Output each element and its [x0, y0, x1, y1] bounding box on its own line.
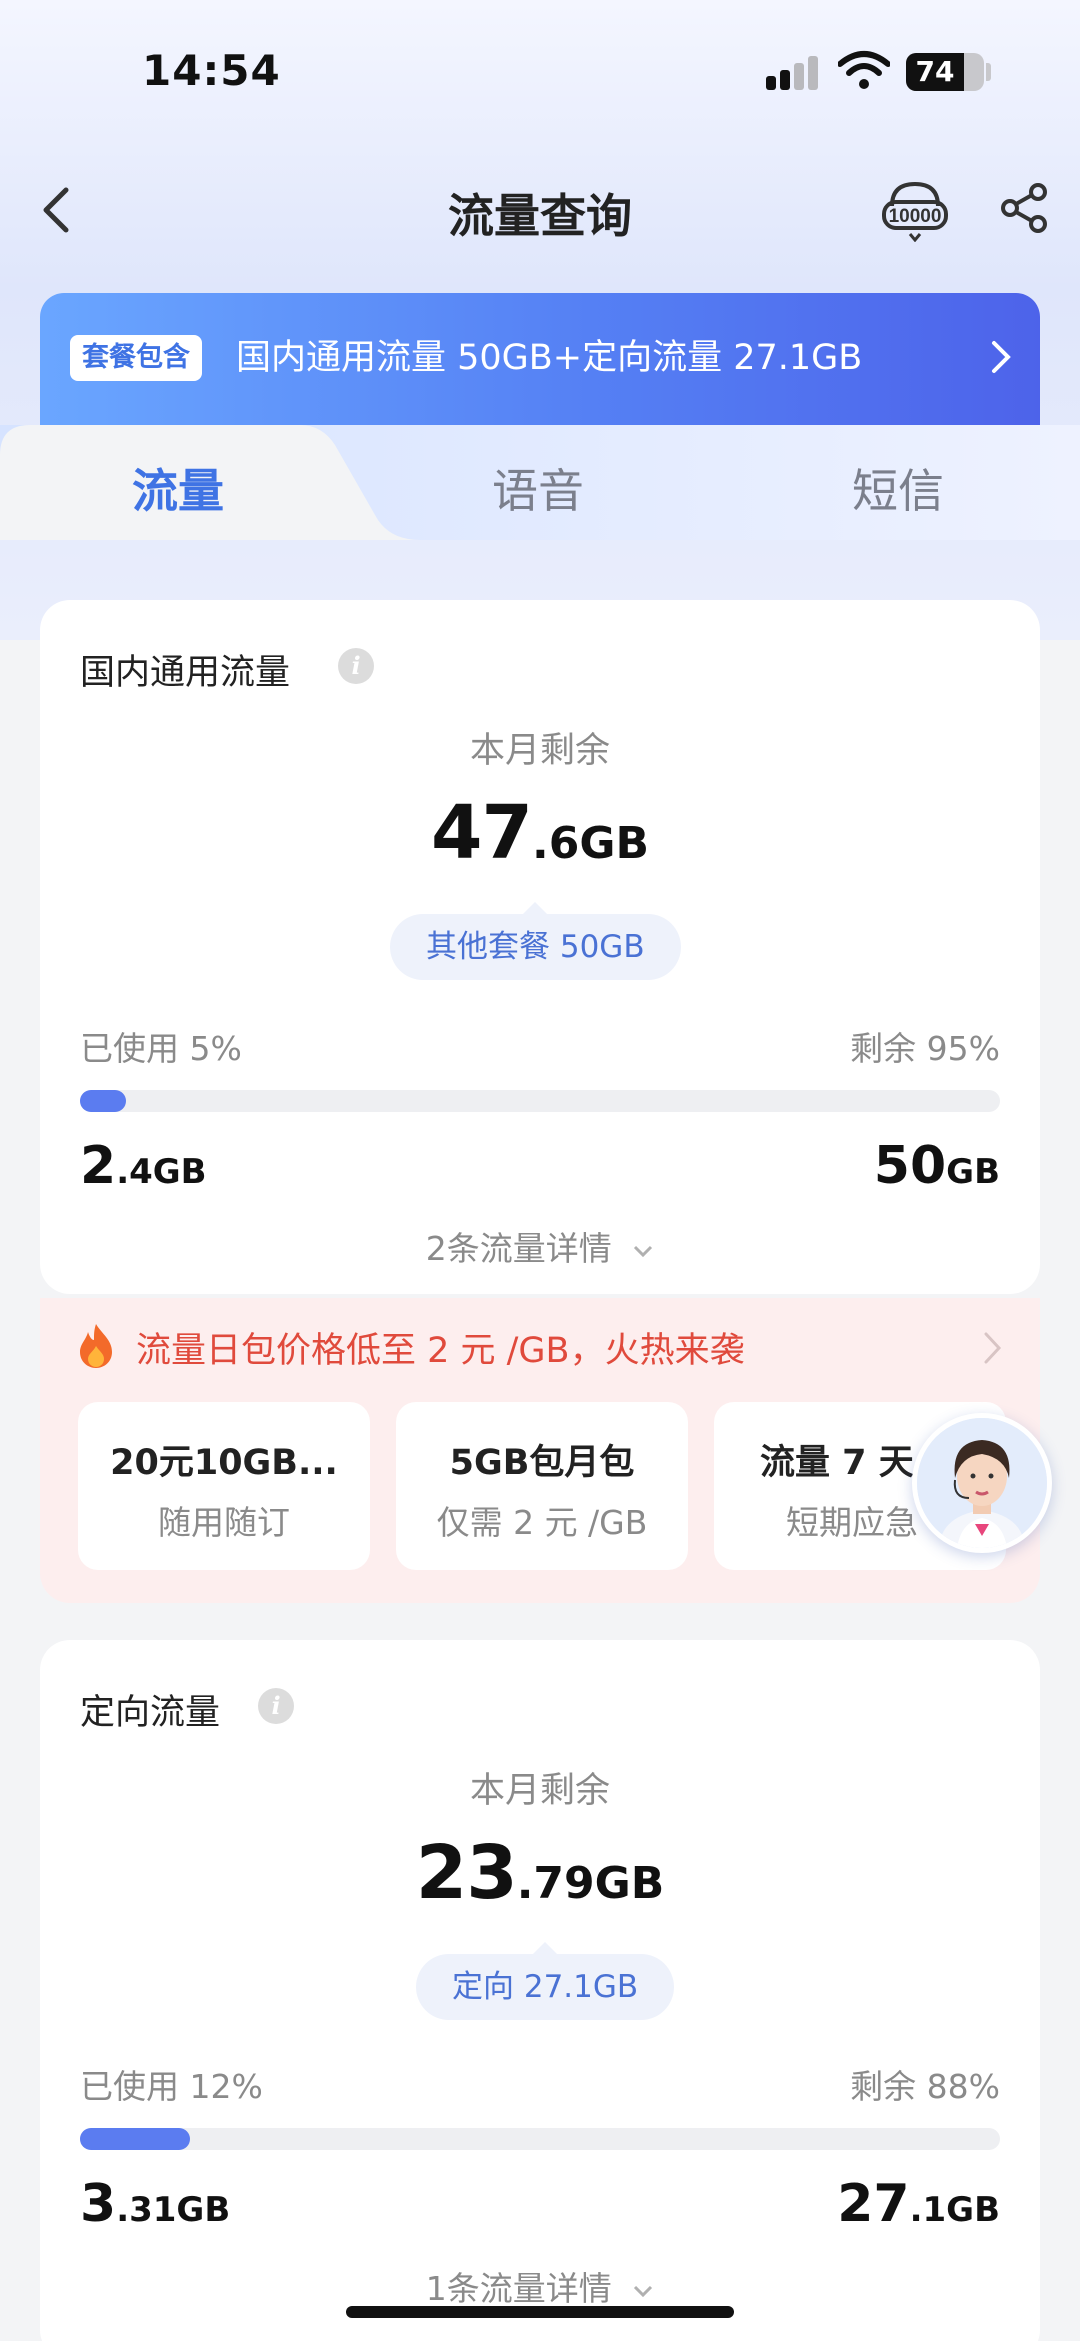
directed-data-card: 定向流量 i 本月剩余 23.79GB 定向 27.1GB 已使用 12% 剩余… [40, 1640, 1040, 2341]
info-icon[interactable]: i [338, 648, 374, 684]
used-amount-integer: 3 [80, 2174, 117, 2234]
promo-section: 流量日包价格低至 2 元 /GB，火热来袭 20元10GB... 随用随订 5G… [40, 1298, 1040, 1603]
total-amount-unit: GB [946, 1152, 1000, 1192]
detail-link-label: 2条流量详情 [425, 1229, 612, 1268]
used-amount-fraction: .31GB [116, 2190, 231, 2230]
cellular-signal-icon [766, 56, 822, 90]
total-amount-integer: 50 [873, 1136, 947, 1196]
promo-item-subtitle: 仅需 2 元 /GB [436, 1503, 648, 1542]
share-icon[interactable] [996, 180, 1052, 236]
used-amount-integer: 2 [80, 1136, 117, 1196]
package-source-pill: 其他套餐 50GB [390, 902, 681, 980]
promo-item[interactable]: 5GB包月包 仅需 2 元 /GB [396, 1402, 688, 1570]
usage-progress-track [80, 2128, 1000, 2150]
remain-label: 本月剩余 [469, 1771, 610, 1811]
chevron-down-icon [634, 2285, 653, 2297]
promo-item-title: 20元10GB... [110, 1443, 338, 1483]
promo-item[interactable]: 20元10GB... 随用随订 [78, 1402, 370, 1570]
fire-icon [80, 1324, 112, 1368]
remain-label: 本月剩余 [469, 731, 610, 771]
info-icon[interactable]: i [258, 1688, 294, 1724]
used-amount: 3.31GB [80, 2174, 230, 2234]
promo-item-title: 5GB包月包 [449, 1443, 635, 1483]
data-detail-link[interactable]: 2条流量详情 [40, 1222, 1040, 1270]
home-indicator[interactable] [346, 2306, 734, 2318]
wifi-icon [838, 51, 890, 89]
tab-bar: 流量 语音 短信 [0, 425, 1080, 545]
remain-value: 23.79GB [40, 1830, 1040, 1916]
data-detail-link[interactable]: 1条流量详情 [40, 2262, 1040, 2310]
remaining-percent-label: 剩余 88% [850, 2067, 1000, 2106]
total-amount-fraction: .1GB [909, 2190, 1000, 2230]
usage-progress-track [80, 1090, 1000, 1112]
status-bar: 14:54 74 [0, 0, 1080, 140]
battery-tip [986, 63, 991, 81]
package-source-pill: 定向 27.1GB [416, 1942, 675, 2020]
used-amount: 2.4GB [80, 1136, 207, 1196]
total-amount: 50GB [874, 1136, 1000, 1196]
promo-headline[interactable]: 流量日包价格低至 2 元 /GB，火热来袭 [136, 1322, 745, 1373]
chevron-down-icon [634, 1245, 653, 1257]
used-percent-label: 已使用 5% [80, 1029, 242, 1068]
plan-summary-text: 国内通用流量 50GB+定向流量 27.1GB [236, 338, 863, 378]
remain-value: 47.6GB [40, 790, 1040, 876]
remain-value-fraction: .79GB [516, 1858, 665, 1909]
tab-voice[interactable]: 语音 [492, 455, 584, 521]
total-amount: 27.1GB [837, 2174, 1000, 2234]
usage-progress-fill [80, 1090, 126, 1112]
remaining-percent-label: 剩余 95% [850, 1029, 1000, 1068]
used-amount-fraction: .4GB [116, 1152, 207, 1192]
assistant-avatar[interactable] [912, 1413, 1052, 1553]
customer-service-icon[interactable]: 10000 [880, 178, 950, 242]
card-title: 定向流量 [80, 1693, 221, 1733]
status-time: 14:54 [142, 46, 281, 95]
battery-icon: 74 [906, 53, 984, 91]
usage-progress-fill [80, 2128, 191, 2150]
tab-data[interactable]: 流量 [132, 455, 224, 521]
tab-sms[interactable]: 短信 [852, 455, 944, 521]
chevron-right-icon[interactable] [980, 1328, 1006, 1368]
nav-bar: 流量查询 10000 [0, 160, 1080, 260]
total-amount-integer: 27 [837, 2174, 910, 2234]
remain-value-integer: 23 [415, 1830, 518, 1916]
chevron-right-icon [992, 341, 1011, 373]
detail-link-label: 1条流量详情 [425, 2269, 612, 2308]
remain-value-integer: 47 [431, 790, 533, 876]
domestic-data-card: 国内通用流量 i 本月剩余 47.6GB 其他套餐 50GB 已使用 5% 剩余… [40, 600, 1040, 1294]
used-percent-label: 已使用 12% [80, 2067, 263, 2106]
card-title: 国内通用流量 [80, 653, 291, 693]
assistant-portrait [917, 1418, 1047, 1548]
remain-value-fraction: .6GB [532, 818, 649, 869]
promo-item-subtitle: 随用随订 [158, 1503, 290, 1542]
service-icon-label: 10000 [889, 206, 942, 227]
plan-summary-banner[interactable]: 套餐包含 国内通用流量 50GB+定向流量 27.1GB [40, 293, 1040, 428]
plan-badge: 套餐包含 [70, 335, 202, 381]
battery-level-text: 74 [915, 55, 955, 88]
